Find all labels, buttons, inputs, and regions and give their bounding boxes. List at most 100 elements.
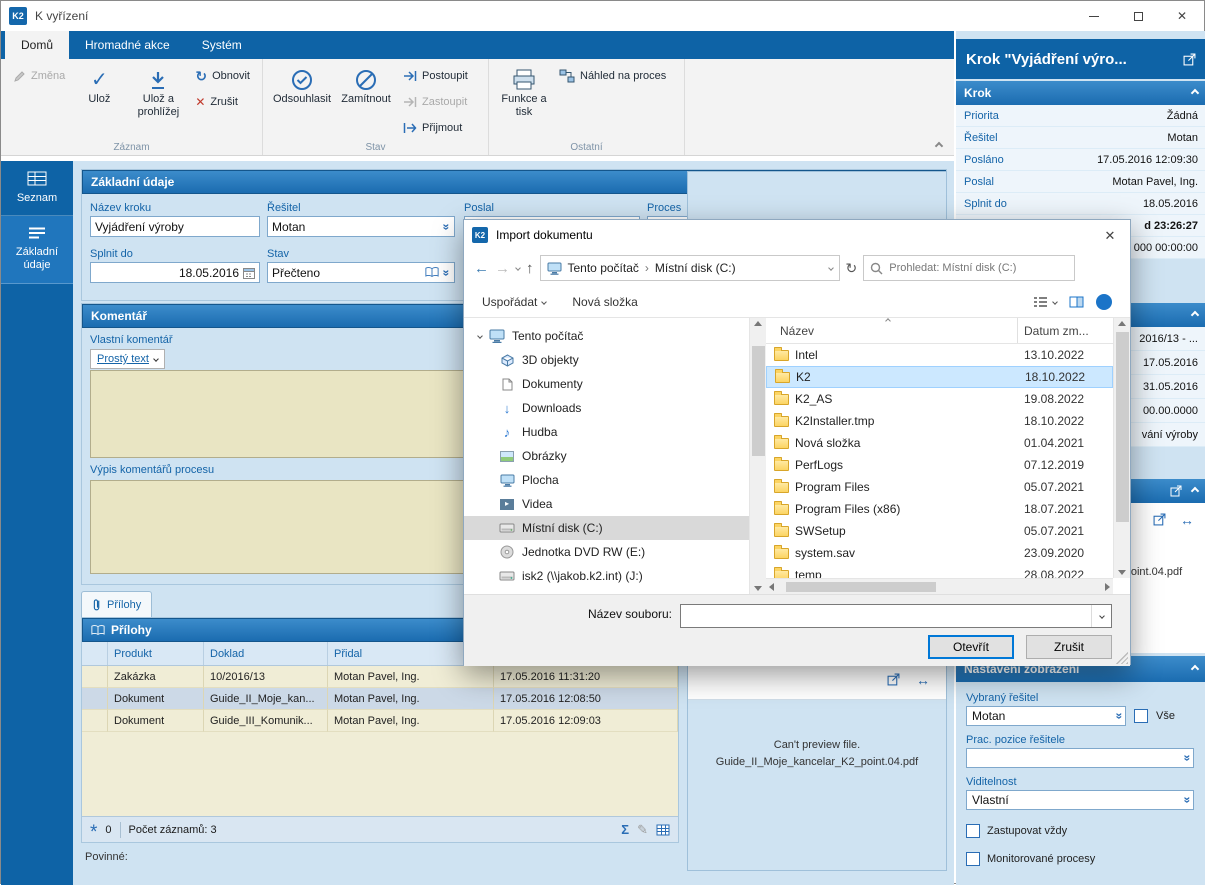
tab-prilohy[interactable]: Přílohy — [81, 591, 152, 617]
breadcrumb[interactable]: Tento počítač Místní disk (C:) — [540, 255, 840, 281]
fit-width-icon[interactable] — [916, 673, 930, 687]
minimize-button[interactable] — [1072, 1, 1116, 31]
list-horizontal-scrollbar[interactable] — [766, 578, 1113, 594]
help-button[interactable] — [1096, 294, 1112, 310]
priloha-row[interactable]: Zakázka 10/2016/13 Motan Pavel, Ing. 17.… — [82, 666, 678, 688]
dialog-close-button[interactable] — [1090, 220, 1130, 250]
refresh-button[interactable] — [846, 261, 858, 275]
open-button[interactable]: Otevřít — [928, 635, 1014, 659]
close-button[interactable] — [1160, 1, 1204, 31]
tab-system[interactable]: Systém — [186, 31, 258, 59]
resize-grip[interactable] — [1116, 652, 1128, 664]
prac-pozice-combo[interactable] — [966, 748, 1194, 768]
postoupit-button[interactable]: Postoupit — [397, 63, 474, 89]
cancel-button[interactable]: Zrušit — [1026, 635, 1112, 659]
up-button[interactable] — [526, 261, 534, 276]
nazev-kroku-input[interactable]: Vyjádření výroby — [90, 216, 260, 237]
file-row[interactable]: system.sav23.09.2020 — [766, 542, 1113, 564]
scrollbar-thumb[interactable] — [786, 582, 936, 592]
fit-width-icon[interactable] — [1180, 513, 1194, 527]
file-row[interactable]: Nová složka01.04.2021 — [766, 432, 1113, 454]
ribbon-collapse-chevron-icon[interactable] — [935, 142, 943, 150]
breadcrumb-item[interactable]: Tento počítač — [568, 261, 639, 275]
collapse-chevron-icon[interactable] — [1191, 487, 1199, 495]
file-row[interactable]: PerfLogs07.12.2019 — [766, 454, 1113, 476]
usporadat-button[interactable]: Uspořádat — [482, 295, 546, 309]
prijmout-button[interactable]: Přijmout — [397, 115, 474, 141]
tree-item-downloads[interactable]: Downloads — [464, 396, 766, 420]
open-external-icon[interactable] — [1153, 513, 1166, 526]
edit-icon[interactable] — [637, 823, 648, 836]
zrusit-button[interactable]: Zrušit — [189, 89, 256, 115]
zastupovat-checkbox[interactable] — [966, 824, 980, 838]
filename-input[interactable] — [681, 609, 1091, 623]
vybrany-resitel-combo[interactable]: Motan — [966, 706, 1126, 726]
breadcrumb-item[interactable]: Místní disk (C:) — [655, 261, 736, 275]
tree-item-videa[interactable]: Videa — [464, 492, 766, 516]
col-produkt[interactable]: Produkt — [108, 642, 204, 665]
collapse-chevron-icon[interactable] — [1191, 89, 1199, 97]
tree-item-tento-pocitac[interactable]: Tento počítač — [464, 324, 766, 348]
scroll-up-icon[interactable] — [1118, 321, 1126, 326]
stav-input[interactable]: Přečteno — [267, 262, 455, 283]
history-chevron-icon[interactable] — [515, 265, 521, 271]
dialog-titlebar[interactable]: K2 Import dokumentu — [464, 220, 1130, 250]
maximize-button[interactable] — [1116, 1, 1160, 31]
collapse-chevron-icon[interactable] — [1191, 665, 1199, 673]
sum-icon[interactable] — [621, 823, 629, 836]
list-scrollbar[interactable] — [1113, 318, 1130, 578]
sidebar-item-zakladni-udaje[interactable]: Základní údaje — [1, 216, 73, 283]
scroll-left-icon[interactable] — [769, 583, 774, 591]
file-row[interactable]: Program Files05.07.2021 — [766, 476, 1113, 498]
tree-item-obrazky[interactable]: Obrázky — [464, 444, 766, 468]
tree-item-mistni-disk-c[interactable]: Místní disk (C:) — [464, 516, 766, 540]
tree-item-plocha[interactable]: Plocha — [464, 468, 766, 492]
scroll-down-icon[interactable] — [1118, 570, 1126, 575]
file-row[interactable]: temp28.08.2022 — [766, 564, 1113, 578]
scroll-right-icon[interactable] — [1105, 583, 1110, 591]
lookup-chevron-icon[interactable] — [441, 269, 453, 276]
tree-item-hudba[interactable]: Hudba — [464, 420, 766, 444]
file-row-selected[interactable]: K218.10.2022 — [766, 366, 1113, 388]
expander-icon[interactable] — [477, 333, 483, 339]
tab-hromadne-akce[interactable]: Hromadné akce — [69, 31, 186, 59]
filename-combobox[interactable] — [680, 604, 1112, 628]
combo-dropdown-button[interactable] — [1091, 605, 1111, 627]
monitorovane-checkbox[interactable] — [966, 852, 980, 866]
priloha-row[interactable]: Dokument Guide_III_Komunik... Motan Pave… — [82, 710, 678, 732]
uloz-button[interactable]: Ulož — [71, 63, 127, 106]
open-external-icon[interactable] — [1170, 485, 1182, 497]
scroll-down-icon[interactable] — [754, 586, 762, 591]
file-row[interactable]: Program Files (x86)18.07.2021 — [766, 498, 1113, 520]
export-grid-icon[interactable] — [656, 824, 670, 836]
lookup-chevron-icon[interactable] — [441, 223, 453, 230]
tree-item-3d-objekty[interactable]: 3D objekty — [464, 348, 766, 372]
sidebar-item-seznam[interactable]: Seznam — [1, 161, 73, 216]
nahled-na-proces-button[interactable]: Náhled na proces — [553, 63, 672, 89]
view-mode-button[interactable] — [1033, 296, 1057, 308]
search-box[interactable] — [863, 255, 1075, 281]
scroll-up-icon[interactable] — [754, 321, 762, 326]
prosty-text-dropdown[interactable]: Prostý text — [90, 349, 165, 369]
scrollbar-thumb[interactable] — [752, 346, 765, 456]
file-row[interactable]: K2_AS19.08.2022 — [766, 388, 1113, 410]
col-nazev[interactable]: Název — [766, 318, 1018, 343]
nova-slozka-button[interactable]: Nová složka — [572, 295, 637, 309]
priloha-row-selected[interactable]: Dokument Guide_II_Moje_kan... Motan Pave… — [82, 688, 678, 710]
tree-scrollbar[interactable] — [749, 318, 766, 594]
odsouhlasit-button[interactable]: Odsouhlasit — [269, 63, 335, 106]
book-icon[interactable] — [425, 267, 439, 278]
tree-item-dvd[interactable]: Jednotka DVD RW (E:) — [464, 540, 766, 564]
search-input[interactable] — [889, 262, 1068, 274]
file-row[interactable]: SWSetup05.07.2021 — [766, 520, 1113, 542]
zamitnout-button[interactable]: Zamítnout — [335, 63, 397, 106]
breadcrumb-chevron-icon[interactable] — [828, 265, 834, 271]
open-external-icon[interactable] — [1183, 53, 1196, 66]
tree-item-dokumenty[interactable]: Dokumenty — [464, 372, 766, 396]
back-button[interactable] — [474, 261, 489, 276]
file-row[interactable]: Intel13.10.2022 — [766, 344, 1113, 366]
file-row[interactable]: K2Installer.tmp18.10.2022 — [766, 410, 1113, 432]
scrollbar-thumb[interactable] — [1116, 332, 1129, 522]
calendar-icon[interactable] — [243, 267, 255, 279]
viditelnost-combo[interactable]: Vlastní — [966, 790, 1194, 810]
